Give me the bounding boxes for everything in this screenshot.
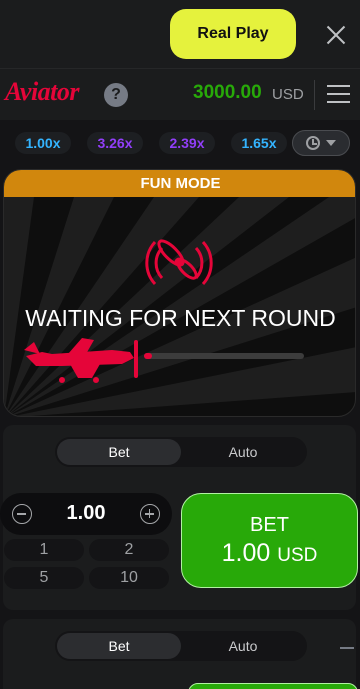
bet-panel-2: Bet Auto	[3, 619, 356, 689]
history-multiplier: 1.65x	[231, 132, 287, 154]
remove-panel-button[interactable]	[340, 647, 354, 649]
game-stage: FUN MODE WAITING FOR NEXT ROUND	[3, 169, 356, 417]
bet-amount-stepper: 1.00	[0, 493, 172, 535]
quick-amount-button[interactable]: 10	[89, 567, 169, 589]
bet-button-amount: 1.00 USD	[221, 538, 318, 567]
tab-auto[interactable]: Auto	[181, 439, 305, 465]
status-text: WAITING FOR NEXT ROUND	[25, 305, 336, 331]
game-header: Aviator ? 3000.00 USD	[0, 68, 360, 120]
top-bar: Real Play	[0, 0, 360, 68]
balance-currency: USD	[272, 86, 304, 103]
history-clock-icon	[306, 136, 320, 150]
propeller-icon	[145, 239, 213, 286]
bet-mode-tabs: Bet Auto	[55, 437, 307, 467]
quick-amount-button[interactable]: 1	[4, 539, 84, 561]
bet-button[interactable]: BET 1.00 USD	[181, 493, 358, 588]
close-icon[interactable]	[323, 22, 349, 48]
tab-bet[interactable]: Bet	[57, 633, 181, 659]
bet-button-2[interactable]	[188, 683, 358, 689]
quick-amount-button[interactable]: 2	[89, 539, 169, 561]
round-progress-fill	[144, 353, 152, 359]
bet-amount-value[interactable]: 1.00	[40, 502, 132, 525]
bet-mode-tabs: Bet Auto	[55, 631, 307, 661]
history-multiplier: 1.00x	[15, 132, 71, 154]
aviator-logo: Aviator	[5, 77, 80, 106]
bet-button-label: BET	[250, 513, 289, 536]
round-progress-bar	[144, 353, 304, 359]
menu-icon[interactable]	[327, 84, 350, 104]
airplane-icon	[24, 338, 138, 383]
quick-amount-button[interactable]: 5	[4, 567, 84, 589]
tab-bet[interactable]: Bet	[57, 439, 181, 465]
header-divider	[314, 80, 315, 110]
fun-mode-banner: FUN MODE	[4, 170, 355, 197]
help-button[interactable]: ?	[104, 83, 128, 107]
history-toggle-button[interactable]	[292, 130, 350, 156]
history-multiplier: 3.26x	[87, 132, 143, 154]
balance-amount: 3000.00	[193, 82, 262, 103]
history-multiplier: 2.39x	[159, 132, 215, 154]
chevron-down-icon	[326, 140, 336, 146]
multiplier-history: 1.00x 3.26x 2.39x 1.65x	[0, 120, 360, 166]
real-play-button[interactable]: Real Play	[170, 9, 296, 59]
increase-button[interactable]	[140, 504, 160, 524]
tab-auto[interactable]: Auto	[181, 633, 305, 659]
decrease-button[interactable]	[12, 504, 32, 524]
